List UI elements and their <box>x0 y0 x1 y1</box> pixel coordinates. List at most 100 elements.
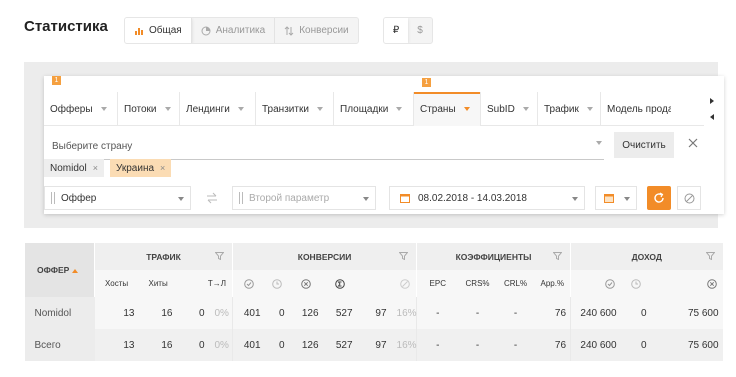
page-title: Статистика <box>24 18 108 35</box>
filter-icon[interactable] <box>705 252 715 260</box>
first-parameter-select[interactable]: Оффер <box>44 186 191 210</box>
column-header-income-hold[interactable] <box>620 270 651 297</box>
table-row[interactable]: Nomidol 13 16 0 0% 401 0 126 527 97 16% … <box>24 297 723 329</box>
arrow-right-icon[interactable] <box>710 98 714 104</box>
cell-income-approved: 240 600 <box>570 329 621 361</box>
selected-chips: Nomidol × Украина × <box>44 159 172 177</box>
country-select[interactable]: Выберите страну <box>52 134 604 160</box>
cell-tl: 0 <box>176 329 209 361</box>
calendar-icon <box>400 194 410 203</box>
cell-tl: 0 <box>176 297 209 329</box>
cell-epc: - <box>416 329 459 361</box>
dim-tab-transits[interactable]: Транзитки <box>256 92 334 126</box>
dim-tab-offers[interactable]: 1 Офферы <box>44 76 118 126</box>
second-parameter-placeholder: Второй параметр <box>249 192 330 204</box>
cell-tl-pct: 0% <box>208 297 233 329</box>
cell-conv-approved: 401 <box>232 297 265 329</box>
cell-hits: 16 <box>138 329 177 361</box>
swap-icon[interactable] <box>206 192 218 204</box>
group-header-coefficients: КОЭФФИЦИЕНТЫ <box>416 243 571 270</box>
dim-tab-countries-label: Страны <box>420 103 456 115</box>
column-header-crl[interactable]: CRL% <box>496 270 535 297</box>
currency-tabs: ₽ $ <box>383 17 433 44</box>
sort-asc-icon <box>72 268 79 273</box>
dim-tab-traffic[interactable]: Трафик <box>538 92 601 126</box>
column-header-approved[interactable] <box>232 270 265 297</box>
dimension-tabs: 1 Офферы Потоки Лендинги Транзитки Площа… <box>44 76 704 126</box>
chevron-down-icon <box>178 197 184 201</box>
column-header-app[interactable]: App.% <box>534 270 571 297</box>
tab-conversions[interactable]: Конверсии <box>275 18 357 43</box>
cell-income-approved: 240 600 <box>570 297 621 329</box>
dim-tab-subid[interactable]: SubID <box>481 92 538 126</box>
calendar-preset-button[interactable] <box>595 186 637 210</box>
column-header-cancelled[interactable] <box>356 270 417 297</box>
chevron-down-icon <box>164 107 171 111</box>
check-circle-icon <box>604 278 615 289</box>
column-header-epc[interactable]: EPC <box>416 270 459 297</box>
currency-rub-tab[interactable]: ₽ <box>384 18 408 43</box>
table-row-total[interactable]: Всего 13 16 0 0% 401 0 126 527 97 16% - … <box>24 329 723 361</box>
tab-general[interactable]: Общая <box>125 18 192 43</box>
column-header-offer[interactable]: ОФФЕР <box>24 243 95 297</box>
income-group-label: ДОХОД <box>631 251 662 262</box>
remove-icon[interactable]: × <box>160 163 165 173</box>
chevron-down-icon <box>100 107 107 111</box>
filter-icon[interactable] <box>553 252 563 260</box>
date-range-value: 08.02.2018 - 14.03.2018 <box>418 192 527 204</box>
refresh-button[interactable] <box>647 186 671 210</box>
dim-tab-countries[interactable]: 1 Страны <box>414 78 481 126</box>
chevron-down-icon <box>522 107 529 111</box>
clear-button[interactable]: Очистить <box>614 132 674 158</box>
tabs-scroll-arrows <box>710 98 718 130</box>
dim-tab-sales-model[interactable]: Модель прода <box>601 92 671 126</box>
chip-nomidol[interactable]: Nomidol × <box>44 159 104 177</box>
column-header-income-rejected[interactable] <box>650 270 723 297</box>
dim-tab-platforms-label: Площадки <box>340 103 389 115</box>
dim-tab-landings[interactable]: Лендинги <box>180 92 256 126</box>
dim-tab-platforms[interactable]: Площадки <box>334 92 414 126</box>
cell-offer-name[interactable]: Nomidol <box>24 297 95 329</box>
tab-conversions-label: Конверсии <box>299 25 349 36</box>
coefficients-group-label: КОЭФФИЦИЕНТЫ <box>455 251 532 262</box>
check-circle-icon <box>243 278 254 289</box>
close-icon[interactable] <box>686 136 700 150</box>
second-parameter-select[interactable]: Второй параметр <box>232 186 376 210</box>
cell-crl: - <box>496 329 535 361</box>
dim-tab-streams-label: Потоки <box>124 103 157 115</box>
column-header-hits[interactable]: Хиты <box>138 270 177 297</box>
cancel-circle-icon <box>400 278 410 289</box>
tab-analytics[interactable]: Аналитика <box>192 18 276 43</box>
column-header-hold[interactable] <box>264 270 289 297</box>
date-range-picker[interactable]: 08.02.2018 - 14.03.2018 <box>389 186 585 210</box>
cell-conv-hold: 0 <box>264 297 289 329</box>
column-header-income-approved[interactable] <box>570 270 621 297</box>
country-select-placeholder: Выберите страну <box>52 141 133 152</box>
arrow-left-icon[interactable] <box>710 114 714 120</box>
column-header-hosts[interactable]: Хосты <box>94 270 139 297</box>
dim-tab-streams[interactable]: Потоки <box>118 92 180 126</box>
currency-usd-tab[interactable]: $ <box>408 18 432 43</box>
first-parameter-value: Оффер <box>61 192 97 204</box>
filter-icon[interactable] <box>399 252 409 260</box>
column-header-crs[interactable]: CRS% <box>458 270 497 297</box>
chevron-down-icon <box>396 107 403 111</box>
traffic-group-label: ТРАФИК <box>146 251 181 262</box>
chip-label: Украина <box>115 162 155 174</box>
drag-handle-icon <box>51 192 55 204</box>
chevron-down-icon <box>237 107 244 111</box>
chevron-down-icon <box>624 197 630 201</box>
column-header-total[interactable] <box>322 270 357 297</box>
column-header-rejected[interactable] <box>288 270 323 297</box>
dim-tab-offers-badge: 1 <box>52 76 61 85</box>
column-header-t-to-l[interactable]: Т→Л <box>176 270 233 297</box>
cell-income-hold: 0 <box>620 329 651 361</box>
chevron-down-icon <box>363 197 369 201</box>
reset-button[interactable] <box>677 186 701 210</box>
chevron-down-icon <box>596 141 602 145</box>
filter-icon[interactable] <box>215 252 225 260</box>
remove-icon[interactable]: × <box>93 163 98 173</box>
cell-conv-hold: 0 <box>264 329 289 361</box>
calendar-icon <box>604 194 614 203</box>
chip-ukraine[interactable]: Украина × <box>109 159 172 177</box>
